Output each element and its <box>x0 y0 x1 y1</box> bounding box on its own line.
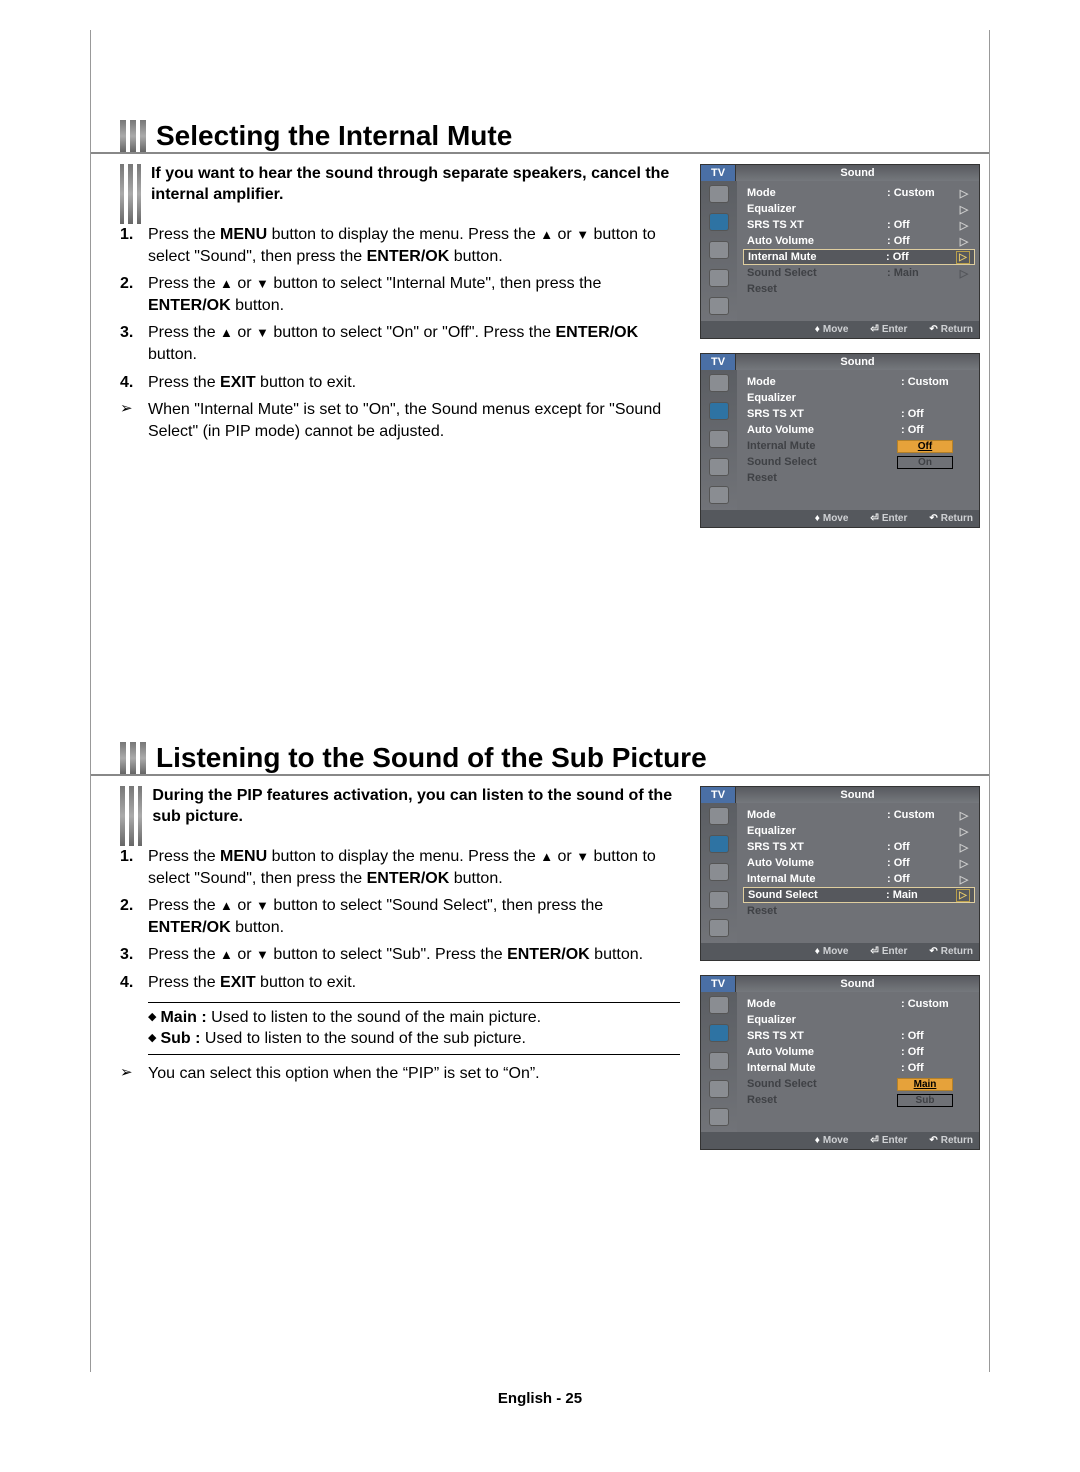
sound-icon <box>709 213 729 231</box>
step-text: Press the ▲ or ▼ button to select "Inter… <box>148 273 680 316</box>
osd-sound-select-options: TV Sound Mode: Custom Equalizer SRS TS X… <box>700 975 980 1150</box>
step-text: Press the ▲ or ▼ button to select "Sub".… <box>148 944 680 966</box>
intro-stripes-icon <box>120 164 141 224</box>
osd-sound-select-highlight: TV Sound Mode: Custom▷ Equalizer▷ SRS TS… <box>700 786 980 961</box>
osd-tv-label: TV <box>701 165 736 181</box>
section-title: Listening to the Sound of the Sub Pictur… <box>156 742 707 774</box>
osd-nav-icons <box>701 181 737 321</box>
steps-list: 1.Press the MENU button to display the m… <box>120 224 680 393</box>
definitions: ◆Main : Used to listen to the sound of t… <box>148 1002 680 1055</box>
osd-option: On <box>897 456 953 469</box>
osd-internal-mute-options: TV Sound Mode: Custom Equalizer SRS TS X… <box>700 353 980 528</box>
channel-icon <box>709 241 729 259</box>
osd-hints: ♦Move ⏎Enter ↶Return <box>701 321 979 338</box>
osd-title: Sound <box>736 165 979 181</box>
step-text: Press the ▲ or ▼ button to select "On" o… <box>148 322 680 365</box>
header-stripes-icon <box>120 120 146 152</box>
osd-row-highlighted: Sound Select: Main▷ <box>743 887 975 903</box>
section-sub-picture-sound: Listening to the Sound of the Sub Pictur… <box>90 742 990 1164</box>
step-text: Press the MENU button to display the men… <box>148 224 680 267</box>
steps-list: 1.Press the MENU button to display the m… <box>120 846 680 994</box>
osd-row-highlighted: Internal Mute: Off▷ <box>743 249 975 265</box>
note: ➢ When "Internal Mute" is set to "On", t… <box>120 399 680 442</box>
osd-option-selected: Main <box>897 1078 953 1091</box>
osd-option: Sub <box>897 1094 953 1107</box>
section-header: Selecting the Internal Mute <box>90 120 990 154</box>
note-icon: ➢ <box>120 1063 148 1085</box>
page-footer: English - 25 <box>0 1390 1080 1407</box>
section-internal-mute: Selecting the Internal Mute If you want … <box>90 120 990 542</box>
picture-icon <box>709 185 729 203</box>
osd-option-selected: Off <box>897 440 953 453</box>
intro-stripes-icon <box>120 786 142 846</box>
section-intro: If you want to hear the sound through se… <box>151 164 680 218</box>
section-intro: During the PIP features activation, you … <box>152 786 680 840</box>
note-icon: ➢ <box>120 399 148 442</box>
header-stripes-icon <box>120 742 146 774</box>
osd-internal-mute-highlight: TV Sound Mode: Custom▷ E <box>700 164 980 339</box>
step-text: Press the EXIT button to exit. <box>148 372 680 394</box>
note: ➢ You can select this option when the “P… <box>120 1063 680 1085</box>
section-title: Selecting the Internal Mute <box>156 120 512 152</box>
step-text: Press the EXIT button to exit. <box>148 972 680 994</box>
setup-icon <box>709 269 729 287</box>
step-text: Press the MENU button to display the men… <box>148 846 680 889</box>
step-text: Press the ▲ or ▼ button to select "Sound… <box>148 895 680 938</box>
input-icon <box>709 297 729 315</box>
